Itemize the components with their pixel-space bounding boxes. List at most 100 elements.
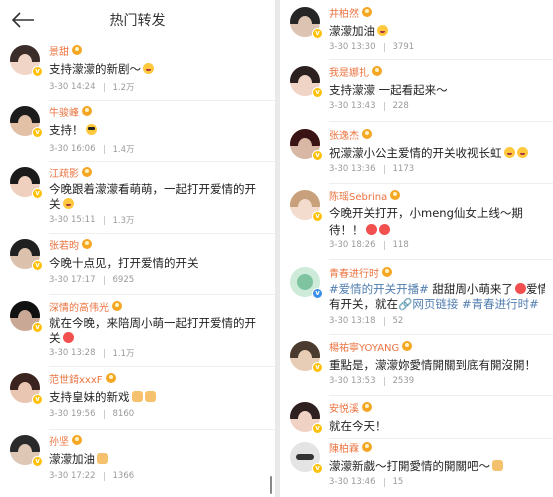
repost-meta: 3-30 18:26 118	[329, 240, 409, 250]
user-name[interactable]: 孙坚	[49, 433, 69, 448]
repost-text: 支持濛濛的新剧～	[49, 60, 267, 79]
verified-badge-icon: v	[312, 288, 323, 299]
repost-item[interactable]: v 我是娜扎 支持濛濛 一起看起来～ 3-30 13:43 228	[280, 63, 553, 119]
member-crown-icon	[382, 267, 392, 277]
repost-meta: 3-30 13:46 15	[329, 477, 403, 487]
user-name[interactable]: 牛骏峰	[49, 104, 79, 119]
post-time: 3-30 13:43	[329, 101, 376, 111]
repost-text: 重點是，濛濛妳愛情開關到底有開沒開！	[329, 358, 536, 372]
repost-item[interactable]: v 楊祐寧YOYANG 重點是，濛濛妳愛情開關到底有開沒開！ 3-30 13:5…	[280, 338, 553, 394]
like-count[interactable]: 15	[393, 477, 404, 487]
repost-text: 今晚跟着濛濛看萌萌，一起打开爱情的开关	[49, 182, 256, 211]
repost-text: 濛濛加油	[329, 22, 545, 41]
like-count[interactable]: 1366	[113, 471, 135, 481]
user-name[interactable]: 我是娜扎	[329, 64, 369, 79]
like-count[interactable]: 118	[393, 240, 409, 250]
user-name[interactable]: 安悦溪	[329, 400, 359, 415]
user-name[interactable]: 陳柏霖	[329, 440, 359, 455]
divider	[329, 59, 553, 60]
repost-text: 支持濛濛 一起看起来～	[329, 83, 448, 97]
flexed-bicep-emoji-icon	[131, 391, 143, 402]
page-title: 热门转发	[109, 13, 166, 29]
like-count[interactable]: 1.4万	[113, 143, 135, 155]
post-time: 3-30 16:06	[49, 144, 96, 154]
repost-item[interactable]: v 张逸杰 祝濛濛小公主爱情的开关收视长虹 3-30 13:36 1173	[280, 126, 553, 182]
heart-face-emoji-icon	[62, 332, 74, 343]
divider	[329, 121, 553, 122]
like-count[interactable]: 8160	[113, 409, 135, 419]
member-crown-icon	[372, 66, 382, 76]
cake-emoji-icon	[492, 460, 503, 471]
grin-emoji-icon	[516, 147, 528, 158]
left-panel: 热门转发 v 景甜 支持濛濛的新剧～ 3-30 14:24 1.2万 v 牛骏峰 …	[0, 0, 275, 497]
verified-badge-icon: v	[32, 188, 43, 199]
repost-meta: 3-30 17:17 6925	[49, 275, 134, 285]
post-time: 3-30 17:22	[49, 471, 96, 481]
repost-item[interactable]: v 深情的高伟光 就在今晚，来陪周小萌一起打开爱情的开关 3-30 13:28 1…	[0, 298, 275, 364]
repost-item[interactable]: v 江疏影 今晚跟着濛濛看萌萌，一起打开爱情的开关 3-30 15:11 1.3万	[0, 164, 275, 232]
like-count[interactable]: 6925	[113, 275, 135, 285]
verified-badge-icon: v	[312, 211, 323, 222]
scrollbar-thumb[interactable]	[270, 476, 272, 494]
like-count[interactable]: 1173	[393, 164, 415, 174]
web-link[interactable]: 🔗网页链接	[398, 297, 458, 311]
user-name[interactable]: 陈瑶Sebrina	[329, 188, 387, 203]
repost-item[interactable]: v 景甜 支持濛濛的新剧～ 3-30 14:24 1.2万	[0, 42, 275, 100]
repost-item[interactable]: v 牛骏峰 支持！ 3-30 16:06 1.4万	[0, 103, 275, 161]
repost-item[interactable]: v 陈瑶Sebrina 今晚开关打开，小meng仙女上线～期 待！！ 3-30 …	[280, 187, 553, 257]
grin-emoji-icon	[377, 25, 388, 36]
user-name[interactable]: 张逸杰	[329, 127, 359, 142]
post-time: 3-30 13:36	[329, 164, 376, 174]
user-name[interactable]: 楊祐寧YOYANG	[329, 339, 399, 354]
member-crown-icon	[82, 239, 92, 249]
repost-meta: 3-30 14:24 1.2万	[49, 81, 135, 93]
hashtag-link[interactable]: #爱情的开关开播#	[329, 282, 429, 296]
right-panel: v 井柏然 濛濛加油 3-30 13:30 3791 v 我是娜扎 支持濛濛 一起…	[280, 0, 553, 497]
post-time: 3-30 13:28	[49, 348, 96, 358]
repost-meta: 3-30 16:06 1.4万	[49, 143, 135, 155]
repost-text: 今晚开关打开，小meng仙女上线～期 待！！	[329, 206, 523, 237]
user-name[interactable]: 深情的高伟光	[49, 299, 109, 314]
like-count[interactable]: 1.3万	[113, 214, 135, 226]
repost-meta: 3-30 13:43 228	[329, 101, 409, 111]
repost-item[interactable]: v 孙坚 濛濛加油 3-30 17:22 1366	[0, 432, 275, 490]
repost-meta: 3-30 13:30 3791	[329, 42, 414, 52]
repost-item[interactable]: v 陳柏霖 濛濛新戲～打開愛情的開關吧～ 3-30 13:46 15	[280, 439, 553, 495]
like-count[interactable]: 3791	[393, 42, 415, 52]
user-name[interactable]: 青春进行时	[329, 265, 379, 280]
repost-item[interactable]: v 张若昀 今晚十点见，打开爱情的开关 3-30 17:17 6925	[0, 236, 275, 294]
member-crown-icon	[72, 435, 82, 445]
verified-badge-icon: v	[32, 127, 43, 138]
member-crown-icon	[362, 402, 372, 412]
verified-badge-icon: v	[312, 87, 323, 98]
repost-item[interactable]: v 安悦溪 就在今天！	[280, 399, 553, 437]
like-count[interactable]: 1.1万	[113, 347, 135, 359]
post-time: 3-30 13:53	[329, 376, 376, 386]
repost-text: 濛濛新戲～打開愛情的開關吧～	[329, 457, 545, 476]
grin-emoji-icon	[503, 147, 515, 158]
like-count[interactable]: 52	[393, 316, 404, 326]
like-count[interactable]: 1.2万	[113, 81, 135, 93]
user-name[interactable]: 张若昀	[49, 237, 79, 252]
repost-item[interactable]: v 范世錡xxxF 支持皇妹的新戏 3-30 19:56 8160	[0, 370, 275, 428]
repost-text: 支持皇妹的新戏	[49, 388, 267, 407]
verified-badge-icon: v	[312, 423, 323, 434]
blush-emoji-icon	[378, 224, 390, 235]
post-time: 3-30 18:26	[329, 240, 376, 250]
verified-badge-icon: v	[312, 362, 323, 373]
divider	[49, 429, 275, 430]
grin-emoji-icon	[62, 198, 74, 209]
user-name[interactable]: 景甜	[49, 43, 69, 58]
repost-item[interactable]: v 青春进行时 #爱情的开关开播# 甜甜周小萌来了 爱情 有开关，就在🔗网页链接 …	[280, 264, 553, 334]
member-crown-icon	[105, 373, 116, 383]
user-name[interactable]: 井柏然	[329, 5, 359, 20]
flexed-bicep-emoji-icon	[144, 391, 156, 402]
user-name[interactable]: 范世錡xxxF	[49, 371, 103, 386]
user-name[interactable]: 江疏影	[49, 165, 79, 180]
like-count[interactable]: 228	[393, 101, 409, 111]
repost-text: #爱情的开关开播# 甜甜周小萌来了 爱情 有开关，就在🔗网页链接 #青春进行时#	[329, 282, 545, 311]
like-count[interactable]: 2539	[393, 376, 415, 386]
repost-meta: 3-30 13:28 1.1万	[49, 347, 135, 359]
repost-item[interactable]: v 井柏然 濛濛加油 3-30 13:30 3791	[280, 4, 553, 58]
hashtag-link[interactable]: #青春进行时#	[462, 297, 539, 311]
